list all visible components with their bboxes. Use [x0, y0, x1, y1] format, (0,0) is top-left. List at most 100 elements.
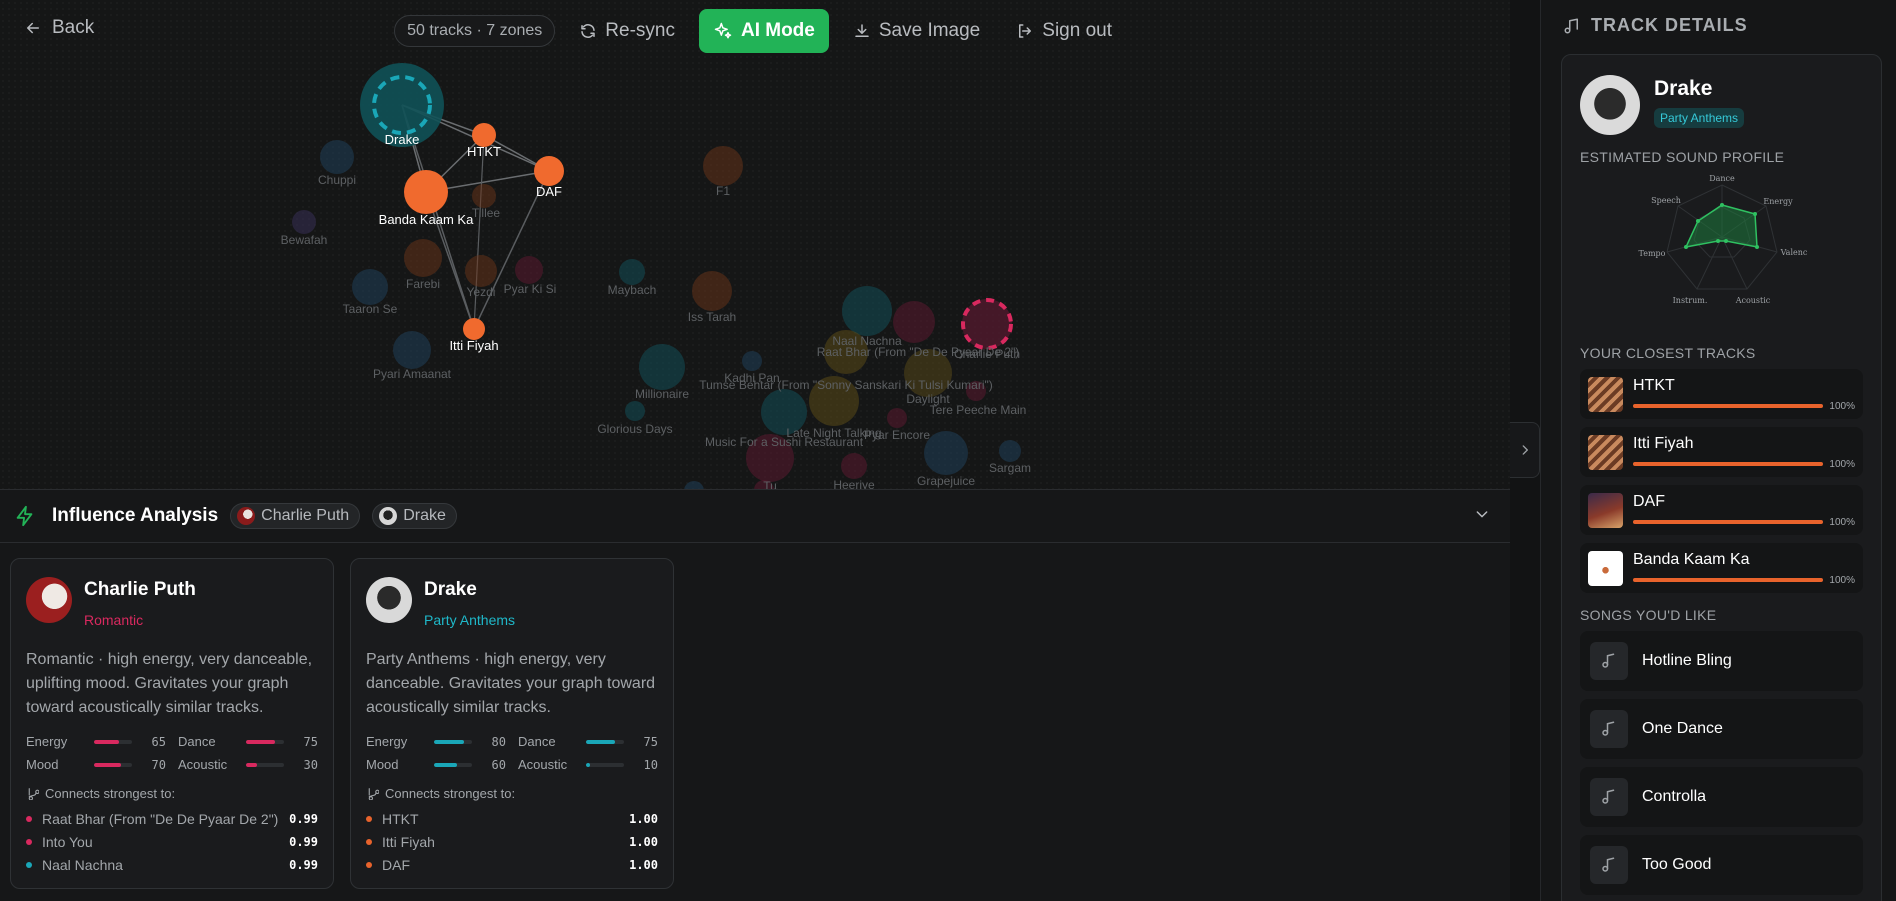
connects-title-label: Connects strongest to: [45, 786, 176, 801]
resync-button[interactable]: Re-sync [567, 11, 687, 51]
graph-node[interactable] [515, 256, 543, 284]
recommended-song-item[interactable]: Controlla [1580, 767, 1863, 827]
graph-node[interactable] [639, 344, 685, 390]
track-info: DAF 100% [1633, 493, 1855, 528]
graph-node[interactable] [703, 146, 743, 186]
collapse-influence-button[interactable] [1474, 506, 1490, 527]
graph-label-itti-fiyah: Itti Fiyah [449, 338, 498, 353]
graph-node[interactable] [472, 184, 496, 208]
connection-name: Itti Fiyah [382, 833, 435, 850]
stat-energy: Energy 65 [26, 734, 166, 749]
radar-label: Energy [1763, 197, 1793, 206]
graph-node[interactable] [999, 440, 1021, 462]
stat-label: Acoustic [518, 757, 568, 772]
graph-node[interactable] [625, 401, 645, 421]
sound-profile-title: ESTIMATED SOUND PROFILE [1580, 149, 1785, 165]
graph-node[interactable] [887, 408, 907, 428]
connection-score: 0.99 [289, 834, 318, 849]
connection-item[interactable]: Into You 0.99 [26, 830, 318, 853]
graph-node[interactable] [692, 271, 732, 311]
similarity-bar [1633, 578, 1824, 582]
closest-track-item[interactable]: DAF 100% [1580, 485, 1863, 535]
back-button[interactable]: Back [24, 17, 94, 39]
recommended-song-item[interactable]: Hotline Bling [1580, 631, 1863, 691]
graph-label: Chuppi [318, 173, 356, 187]
graph-node[interactable] [393, 331, 431, 369]
stat-bar-fill [246, 762, 258, 767]
graph-svg[interactable]: Drake HTKT DAF Banda Kaam Ka Itti Fiyah … [0, 0, 1510, 489]
graph-node[interactable] [742, 351, 762, 371]
influence-card-drake: Drake Party Anthems Party Anthems · high… [350, 558, 674, 889]
connects-title: Connects strongest to: [366, 786, 658, 801]
graph-node[interactable] [842, 286, 892, 336]
recommended-song-item[interactable]: Too Good [1580, 835, 1863, 895]
connection-item[interactable]: HTKT 1.00 [366, 807, 658, 830]
graph-label-htkt: HTKT [467, 144, 501, 159]
connection-score: 1.00 [629, 857, 658, 872]
connection-score: 1.00 [629, 834, 658, 849]
graph-label: Music For a Sushi Restaurant [705, 435, 864, 449]
track-name: Itti Fiyah [1633, 434, 1694, 452]
sidebar-header: TRACK DETAILS [1541, 0, 1896, 51]
graph-node[interactable] [619, 259, 645, 285]
avatar [26, 577, 72, 623]
stat-bar-fill [586, 762, 590, 767]
influence-chip-charlie-puth[interactable]: Charlie Puth [230, 503, 361, 529]
track-details-panel: Drake Party Anthems ESTIMATED SOUND PROF… [1561, 54, 1882, 901]
track-name: Banda Kaam Ka [1633, 550, 1750, 568]
top-toolbar: 50 tracks · 7 zones Re-sync AI Mode Save… [394, 9, 1124, 53]
artist-name: Drake [1654, 77, 1713, 100]
graph-node[interactable] [320, 140, 354, 174]
dot [366, 815, 372, 822]
song-icon-box [1590, 846, 1628, 884]
connection-item[interactable]: DAF 1.00 [366, 853, 658, 876]
similarity-bar [1633, 462, 1824, 466]
music-note-icon [1602, 789, 1615, 804]
save-image-button[interactable]: Save Image [841, 11, 992, 51]
influence-title: Influence Analysis [52, 505, 219, 526]
graph-label: Tumse Behtar (From "Sonny Sanskari Ki Tu… [699, 378, 993, 392]
closest-track-item[interactable]: Banda Kaam Ka 100% [1580, 543, 1863, 593]
sidebar-toggle-handle[interactable] [1510, 422, 1540, 478]
connection-item[interactable]: Itti Fiyah 1.00 [366, 830, 658, 853]
graph-node[interactable] [924, 431, 968, 475]
radar-point [1753, 212, 1757, 216]
connection-item[interactable]: Naal Nachna 0.99 [26, 853, 318, 876]
dot [26, 815, 32, 822]
graph-node[interactable] [684, 481, 704, 489]
song-icon-box [1590, 710, 1628, 748]
influence-header[interactable]: Influence Analysis Charlie Puth Drake [0, 490, 1510, 543]
graph-label: Tillee [472, 206, 501, 220]
graph-node[interactable] [465, 255, 497, 287]
graph-node[interactable] [352, 269, 388, 305]
influence-card-charlie-puth: Charlie Puth Romantic Romantic · high en… [10, 558, 334, 889]
graph-label: Pyari Amaanat [373, 367, 452, 381]
stat-value: 65 [151, 734, 166, 749]
graph-node-itti-fiyah[interactable] [463, 318, 485, 340]
stat-mood: Mood 60 [366, 757, 506, 772]
music-note-icon [1602, 653, 1615, 668]
stat-value: 75 [643, 734, 658, 749]
music-graph-canvas[interactable]: Drake HTKT DAF Banda Kaam Ka Itti Fiyah … [0, 0, 1510, 489]
card-header: Charlie Puth Romantic [26, 577, 318, 628]
closest-track-item[interactable]: Itti Fiyah 100% [1580, 427, 1863, 477]
graph-label: Millionaire [635, 387, 689, 401]
sign-out-button[interactable]: Sign out [1004, 11, 1124, 51]
graph-node[interactable] [292, 210, 316, 234]
stat-acoustic: Acoustic 30 [178, 757, 318, 772]
connection-item[interactable]: Raat Bhar (From "De De Pyaar De 2") 0.99 [26, 807, 318, 830]
ai-mode-button[interactable]: AI Mode [698, 9, 829, 53]
graph-label: Yezdi [467, 285, 496, 299]
influence-chip-drake[interactable]: Drake [372, 503, 457, 529]
save-image-label: Save Image [878, 20, 981, 41]
git-branch-icon [28, 788, 39, 800]
recommended-song-item[interactable]: One Dance [1580, 699, 1863, 759]
sound-profile-radar: Dance Energy Valenc Acoustic Instrum. Te… [1580, 171, 1864, 331]
graph-node[interactable] [404, 239, 442, 277]
stat-energy: Energy 80 [366, 734, 506, 749]
closest-track-item[interactable]: HTKT 100% [1580, 369, 1863, 419]
graph-node[interactable] [841, 453, 867, 479]
graph-label: Pyar Ki Si [504, 282, 557, 296]
graph-node-daf[interactable] [534, 156, 564, 186]
graph-node-banda-kaam-ka[interactable] [404, 170, 448, 214]
